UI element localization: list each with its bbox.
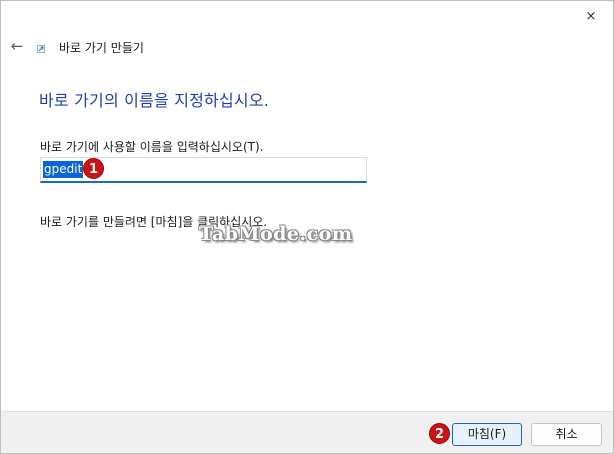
cancel-button[interactable]: 취소 xyxy=(531,423,602,446)
step-badge-2: 2 xyxy=(429,423,450,444)
close-icon[interactable]: × xyxy=(579,6,603,28)
page-heading: 바로 가기의 이름을 지정하십시오. xyxy=(39,91,270,110)
step-badge-1: 1 xyxy=(83,158,104,179)
shortcut-name-label: 바로 가기에 사용할 이름을 입력하십시오(T). xyxy=(40,140,264,154)
wizard-title: 바로 가기 만들기 xyxy=(59,41,144,55)
selected-input-text: gpedit xyxy=(43,161,84,178)
watermark: TabMode.com xyxy=(199,223,353,245)
finish-button[interactable]: 마침(F) xyxy=(452,423,522,446)
create-shortcut-dialog: × ← 바로 가기 만들기 바로 가기의 이름을 지정하십시오. 바로 가기에 … xyxy=(0,0,614,454)
shortcut-wizard-icon xyxy=(37,45,45,53)
back-arrow-icon[interactable]: ← xyxy=(8,37,26,55)
